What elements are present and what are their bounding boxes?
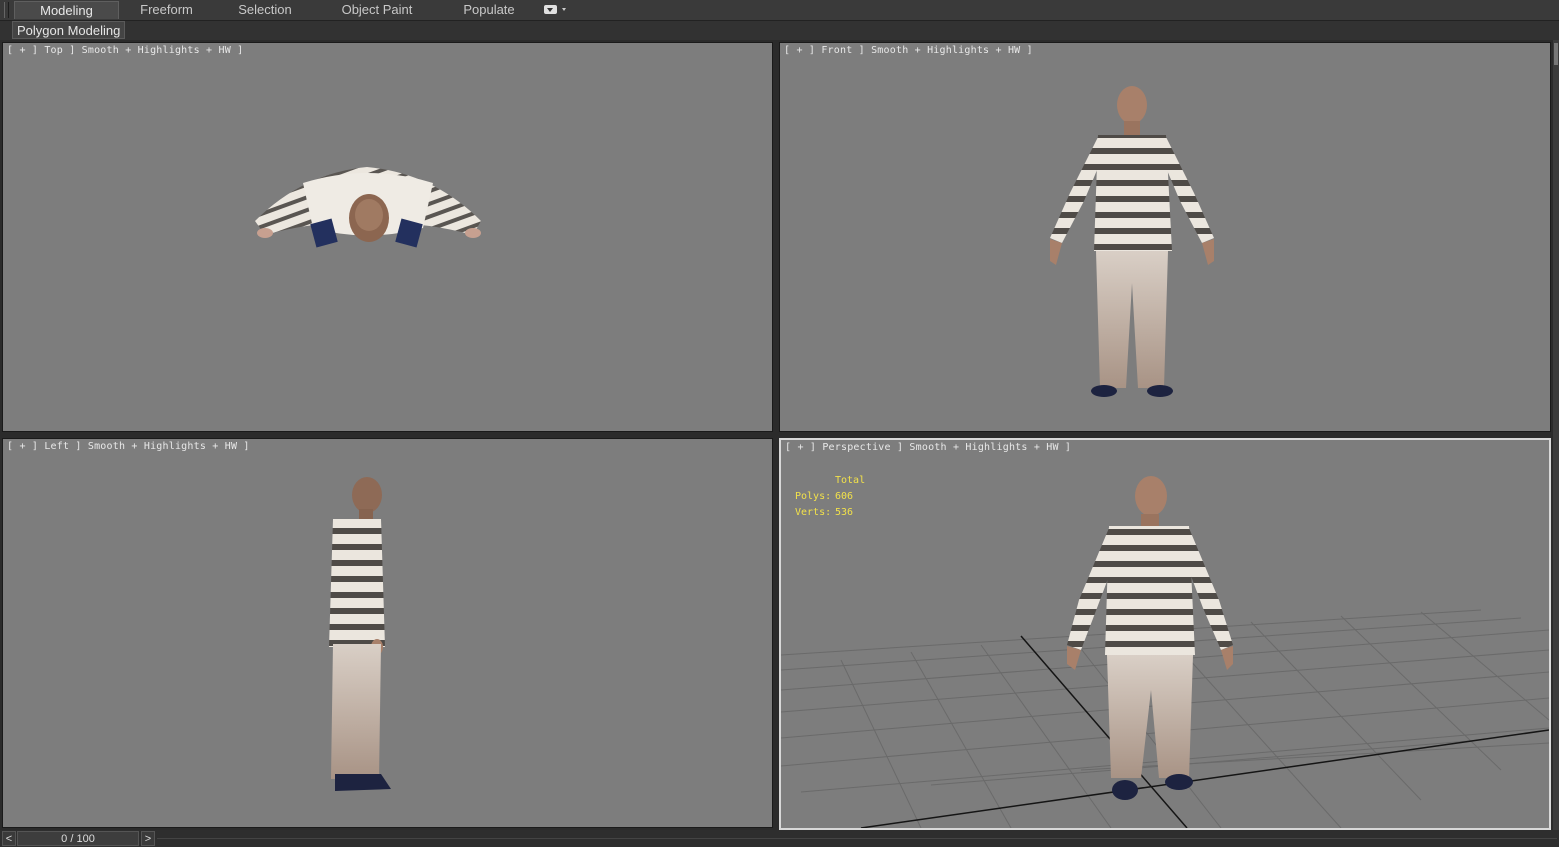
stats-verts-row: Verts: 536 <box>795 505 865 521</box>
stats-verts-value: 536 <box>835 507 854 518</box>
home-grid-axes <box>860 635 1549 828</box>
scrollbar-thumb[interactable] <box>1554 43 1558 65</box>
perspective-figure <box>1067 476 1233 800</box>
previous-frame-button[interactable]: < <box>2 831 16 846</box>
time-slider-track[interactable] <box>157 838 1557 839</box>
ribbon-bar: Modeling Freeform Selection Object Paint… <box>0 0 1559 21</box>
top-view-model <box>255 167 481 248</box>
viewport-label-left[interactable]: [ + ] Left ] Smooth + Highlights + HW ] <box>7 441 250 452</box>
left-view-model <box>329 477 391 791</box>
left-figure <box>329 477 391 791</box>
next-frame-button[interactable]: > <box>141 831 155 846</box>
tab-object-paint[interactable]: Object Paint <box>316 1 438 19</box>
viewport-left[interactable]: [ + ] Left ] Smooth + Highlights + HW ] <box>2 438 773 828</box>
ribbon-grip-handle[interactable] <box>4 2 9 18</box>
top-figure <box>255 167 481 248</box>
stats-verts-label: Verts: <box>795 507 832 518</box>
tab-populate[interactable]: Populate <box>438 1 540 19</box>
viewport-label-front[interactable]: [ + ] Front ] Smooth + Highlights + HW ] <box>784 45 1033 56</box>
time-slider-bar: < 0 / 100 > <box>0 830 1559 847</box>
viewport-perspective[interactable]: [ + ] Perspective ] Smooth + Highlights … <box>779 438 1551 830</box>
display-options-icon[interactable] <box>544 4 568 16</box>
viewport-front[interactable]: [ + ] Front ] Smooth + Highlights + HW ] <box>779 42 1551 432</box>
ribbon-panel-bar: Polygon Modeling <box>0 21 1559 40</box>
display-box-icon <box>544 5 557 14</box>
stats-polys-label: Polys: <box>795 491 832 502</box>
chevron-down-icon <box>562 8 566 11</box>
polygon-modeling-panel-button[interactable]: Polygon Modeling <box>12 21 126 39</box>
stats-polys-value: 606 <box>835 491 854 502</box>
tab-modeling[interactable]: Modeling <box>14 1 119 19</box>
viewport-label-perspective[interactable]: [ + ] Perspective ] Smooth + Highlights … <box>785 442 1071 453</box>
command-panel-edge[interactable] <box>1553 40 1559 830</box>
polygon-statistics: Total Polys: 606 Verts: 536 <box>795 473 865 521</box>
front-view-model <box>1050 86 1214 397</box>
perspective-view-model <box>781 476 1549 828</box>
viewport-top[interactable]: [ + ] Top ] Smooth + Highlights + HW ] <box>2 42 773 432</box>
time-slider-thumb[interactable]: 0 / 100 <box>17 831 139 846</box>
ribbon-tabs: Modeling Freeform Selection Object Paint… <box>14 1 540 20</box>
viewport-label-top[interactable]: [ + ] Top ] Smooth + Highlights + HW ] <box>7 45 243 56</box>
tab-selection[interactable]: Selection <box>214 1 316 19</box>
front-figure <box>1050 86 1214 397</box>
stats-title: Total <box>835 475 866 486</box>
stats-polys-row: Polys: 606 <box>795 489 865 505</box>
tab-freeform[interactable]: Freeform <box>119 1 214 19</box>
